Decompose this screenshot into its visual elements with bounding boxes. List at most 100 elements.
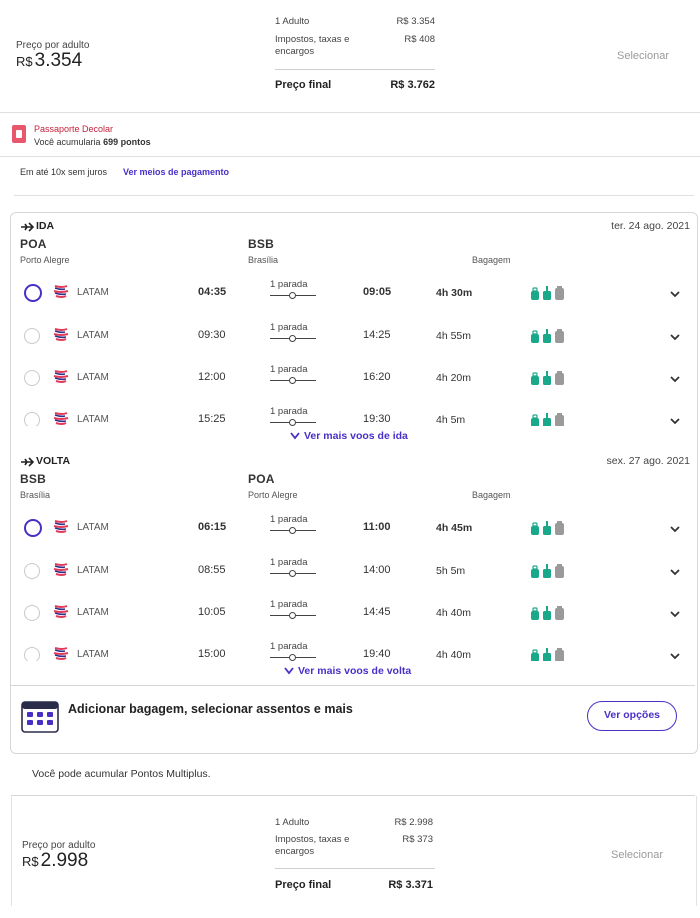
breakdown-adult-label: 1 Adulto [275, 817, 310, 828]
more-inbound-flights-link[interactable]: Ver mais voos de volta [284, 665, 411, 677]
price-per-adult: R$ 3.354 [16, 50, 82, 72]
stops-label: 1 parada [270, 364, 308, 375]
stop-dot [289, 612, 296, 619]
stop-dot [289, 377, 296, 384]
arrival-time: 16:20 [363, 371, 391, 383]
view-options-button[interactable]: Ver opções [587, 701, 677, 731]
stop-dot [289, 570, 296, 577]
flight-row[interactable]: LATAM 06:15 1 parada 11:00 4h 45m [14, 508, 686, 548]
final-price-value: R$ 3.371 [388, 879, 433, 891]
latam-logo-icon [53, 647, 69, 660]
stops-label: 1 parada [270, 599, 308, 610]
final-price-label: Preço final [275, 879, 332, 891]
arrival-time: 14:00 [363, 564, 391, 576]
addons-text: Adicionar bagagem, selecionar assentos e… [68, 702, 353, 716]
departure-time: 15:25 [198, 413, 226, 425]
stops-label: 1 parada [270, 279, 308, 290]
passport-icon [12, 125, 26, 143]
divider [0, 156, 700, 157]
flight-radio[interactable] [24, 563, 40, 579]
chevron-down-icon[interactable] [668, 522, 682, 536]
baggage-icons [531, 648, 564, 661]
flight-row[interactable]: LATAM 15:00 1 parada 19:40 4h 40m [14, 635, 686, 661]
stops-label: 1 parada [270, 406, 308, 417]
flight-radio[interactable] [24, 412, 40, 426]
chevron-down-icon[interactable] [668, 649, 682, 661]
baggage-icons [531, 521, 564, 535]
final-price-value: R$ 3.762 [390, 79, 435, 91]
chevron-down-icon[interactable] [668, 372, 682, 386]
airline-name: LATAM [77, 607, 109, 618]
breakdown-taxes-label: Impostos, taxas e encargos [275, 834, 350, 857]
latam-logo-icon [53, 412, 69, 425]
flight-row[interactable]: LATAM 08:55 1 parada 14:00 5h 5m [14, 551, 686, 591]
final-price-label: Preço final [275, 79, 332, 91]
airline-name: LATAM [77, 414, 109, 425]
departure-time: 10:05 [198, 606, 226, 618]
airline-name: LATAM [77, 372, 109, 383]
chevron-down-icon[interactable] [668, 565, 682, 579]
currency-symbol: R$ [22, 854, 39, 869]
inbound-origin-city: Brasília [20, 490, 51, 500]
select-fare-button[interactable]: Selecionar [611, 849, 663, 861]
price-value: 2.998 [40, 850, 89, 871]
arrival-time: 19:40 [363, 648, 391, 660]
payment-methods-link[interactable]: Ver meios de pagamento [123, 167, 229, 177]
breakdown-taxes-label: Impostos, taxas e encargos [275, 34, 350, 57]
chevron-down-icon[interactable] [668, 607, 682, 621]
flight-radio[interactable] [24, 284, 42, 302]
chevron-down-icon[interactable] [668, 330, 682, 344]
baggage-column-header: Bagagem [472, 490, 511, 500]
departure-time: 06:15 [198, 521, 227, 533]
chevron-down-icon [284, 667, 294, 675]
airline-name: LATAM [77, 287, 109, 298]
flight-row[interactable]: LATAM 15:25 1 parada 19:30 4h 5m [14, 400, 686, 426]
airline-name: LATAM [77, 330, 109, 341]
stop-dot [289, 419, 296, 426]
stops-label: 1 parada [270, 322, 308, 333]
installments-text: Em até 10x sem juros [20, 167, 108, 177]
fare-summary-1: Preço por adulto R$ 3.354 1 Adulto R$ 3.3… [0, 0, 700, 112]
stops-label: 1 parada [270, 557, 308, 568]
flight-row[interactable]: LATAM 09:30 1 parada 14:25 4h 55m [14, 316, 686, 356]
passport-points-prefix: Você acumularia [34, 137, 101, 147]
price-per-adult: R$ 2.998 [22, 850, 88, 872]
flight-radio[interactable] [24, 647, 40, 661]
duration: 4h 45m [436, 522, 473, 534]
airline-name: LATAM [77, 649, 109, 660]
duration: 4h 20m [436, 372, 472, 384]
inbound-dest-code: POA [248, 472, 275, 486]
duration: 4h 40m [436, 607, 472, 619]
flight-row[interactable]: LATAM 10:05 1 parada 14:45 4h 40m [14, 593, 686, 633]
airline-name: LATAM [77, 565, 109, 576]
arrival-time: 09:05 [363, 286, 392, 298]
stops-label: 1 parada [270, 641, 308, 652]
flight-radio[interactable] [24, 519, 42, 537]
select-fare-button[interactable]: Selecionar [617, 50, 669, 62]
flight-row[interactable]: LATAM 12:00 1 parada 16:20 4h 20m [14, 358, 686, 398]
stop-dot [289, 654, 296, 661]
flight-radio[interactable] [24, 328, 40, 344]
departure-time: 15:00 [198, 648, 226, 660]
flight-radio[interactable] [24, 605, 40, 621]
inbound-direction-label: VOLTA [36, 455, 71, 467]
divider [11, 685, 695, 686]
chevron-down-icon[interactable] [668, 414, 682, 426]
more-outbound-flights-link[interactable]: Ver mais voos de ida [290, 430, 408, 442]
flight-row[interactable]: LATAM 04:35 1 parada 09:05 4h 30m [14, 273, 686, 313]
latam-logo-icon [53, 605, 69, 618]
arrival-time: 19:30 [363, 413, 391, 425]
latam-logo-icon [53, 285, 69, 298]
baggage-icons [531, 329, 564, 343]
outbound-dest-city: Brasília [248, 255, 279, 265]
latam-logo-icon [53, 370, 69, 383]
chevron-down-icon[interactable] [668, 287, 682, 301]
flight-radio[interactable] [24, 370, 40, 386]
baggage-icons [531, 371, 564, 385]
departure-time: 12:00 [198, 371, 226, 383]
stop-dot [289, 527, 296, 534]
duration: 4h 40m [436, 649, 472, 661]
multiplus-text: Você pode acumular Pontos Multiplus. [32, 768, 211, 780]
breakdown-divider [275, 868, 435, 869]
baggage-column-header: Bagagem [472, 255, 511, 265]
